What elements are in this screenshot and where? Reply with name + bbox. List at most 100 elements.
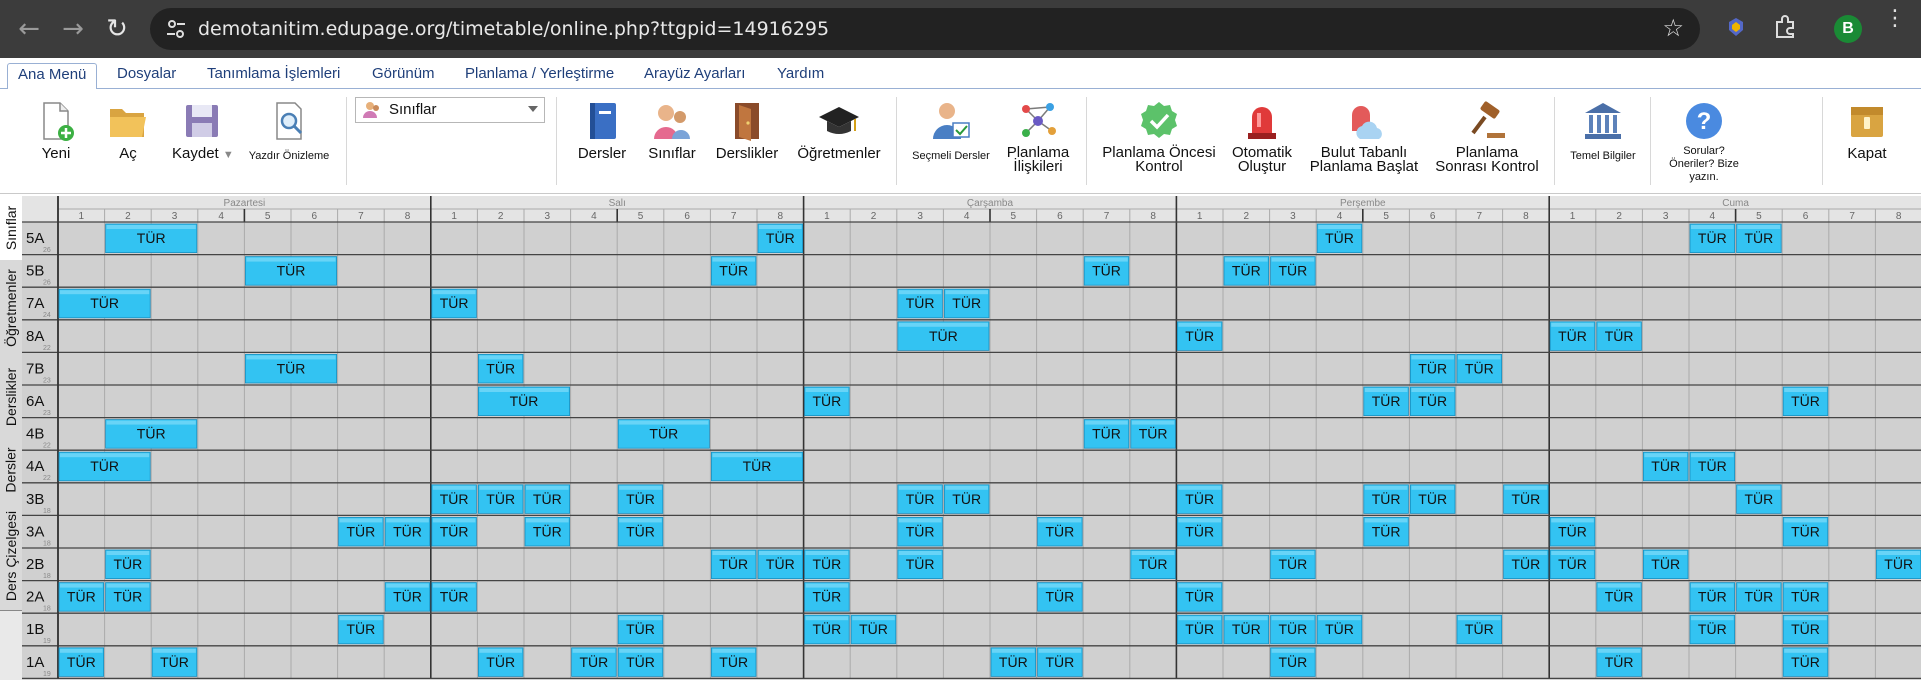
lesson-label: TÜR xyxy=(67,653,96,670)
teachers-button[interactable]: Öğretmenler xyxy=(792,89,886,193)
class-row-label[interactable]: 5A xyxy=(26,230,44,247)
lesson-label: TÜR xyxy=(114,588,143,605)
tab-planlama[interactable]: Planlama / Yerleştirme xyxy=(455,63,624,88)
lesson-label: TÜR xyxy=(160,653,189,670)
auto-generate-button[interactable]: Otomatik Oluştur xyxy=(1222,89,1302,193)
tab-ana-menu[interactable]: Ana Menü xyxy=(7,63,98,90)
lesson-label: TÜR xyxy=(1232,262,1261,279)
classes-button[interactable]: Sınıflar xyxy=(640,89,704,193)
class-row-label[interactable]: 3A xyxy=(26,523,44,540)
class-row-label[interactable]: 6A xyxy=(26,393,44,410)
lesson-label: TÜR xyxy=(1745,588,1774,605)
url-text[interactable]: demotanitim.edupage.org/timetable/online… xyxy=(198,18,829,40)
lesson-label: TÜR xyxy=(952,294,981,311)
side-tab-ogretmenler[interactable]: Öğretmenler xyxy=(0,260,22,357)
questions-button[interactable]: ? Sorular? Öneriler? Bize yazın. xyxy=(1660,89,1748,193)
lesson-card-highlight xyxy=(1691,453,1734,458)
class-row-label[interactable]: 1A xyxy=(26,654,44,671)
lesson-label: TÜR xyxy=(1558,555,1587,572)
address-bar[interactable]: demotanitim.edupage.org/timetable/online… xyxy=(150,8,1700,50)
side-tab-dersler[interactable]: Dersler xyxy=(0,438,22,503)
post-check-button[interactable]: Planlama Sonrası Kontrol xyxy=(1426,89,1548,193)
period-header: 5 xyxy=(638,211,644,222)
class-lesson-count: 18 xyxy=(43,606,51,613)
lesson-card-highlight xyxy=(60,648,103,653)
network-icon xyxy=(1022,103,1056,137)
class-row-label[interactable]: 7A xyxy=(26,295,44,312)
site-settings-icon[interactable] xyxy=(164,17,188,41)
side-tab-siniflar[interactable]: Sınıflar xyxy=(0,196,22,261)
period-header: 3 xyxy=(1663,211,1669,222)
class-row-label[interactable]: 2A xyxy=(26,589,44,606)
lesson-label: TÜR xyxy=(137,229,166,246)
class-row-label[interactable]: 7B xyxy=(26,360,44,377)
ribbon-separator xyxy=(1554,97,1555,185)
tab-arayuz-ayarlari[interactable]: Arayüz Ayarları xyxy=(634,63,755,88)
lesson-card-highlight xyxy=(1458,616,1501,621)
lesson-label: TÜR xyxy=(1372,522,1401,539)
side-tab-ders-cizelgesi[interactable]: Ders Çizelgesi xyxy=(0,502,22,611)
save-disk-icon xyxy=(186,105,218,137)
close-button[interactable]: Kapat xyxy=(1834,89,1900,193)
back-button[interactable]: ← xyxy=(8,8,50,50)
browser-menu-icon[interactable]: ⋮ xyxy=(1884,8,1906,30)
side-tab-derslikler[interactable]: Derslikler xyxy=(0,356,22,439)
class-row-label[interactable]: 5B xyxy=(26,263,44,280)
reload-button[interactable]: ↻ xyxy=(96,8,138,50)
lesson-card-highlight xyxy=(619,485,662,490)
lesson-card-highlight xyxy=(712,648,755,653)
lesson-card-highlight xyxy=(619,616,662,621)
timetable-grid[interactable]: Pazartesi 1 2 3 4 5 6 7 8 Salı 1 2 3 4 5 6 7 8 Çarşamba 1 2 3… xyxy=(22,196,1921,680)
tab-yardim[interactable]: Yardım xyxy=(767,63,834,88)
lesson-label: TÜR xyxy=(626,490,655,507)
view-select[interactable]: Sınıflar xyxy=(355,97,545,123)
lesson-label: TÜR xyxy=(1418,490,1447,507)
lesson-card-highlight xyxy=(1644,453,1687,458)
lesson-card-highlight xyxy=(432,485,476,490)
rooms-button[interactable]: Derslikler xyxy=(712,89,782,193)
lesson-card-highlight xyxy=(759,551,802,555)
period-header: 6 xyxy=(684,211,690,222)
lesson-card-highlight xyxy=(1737,225,1781,229)
tab-dosyalar[interactable]: Dosyalar xyxy=(107,63,186,88)
open-button[interactable]: Aç xyxy=(100,89,156,193)
elective-button[interactable]: Seçmeli Dersler xyxy=(906,89,996,193)
lesson-card-highlight xyxy=(1178,322,1221,327)
new-button[interactable]: Yeni xyxy=(28,89,84,193)
period-header: 2 xyxy=(498,211,504,222)
new-document-icon xyxy=(43,102,74,141)
class-lesson-count: 23 xyxy=(43,377,51,384)
folder-icon xyxy=(110,109,146,137)
day-header: Salı xyxy=(609,198,626,209)
lesson-card-highlight xyxy=(1784,648,1827,653)
bookmark-star-icon[interactable]: ☆ xyxy=(1662,14,1684,42)
subjects-button[interactable]: Dersler xyxy=(570,89,634,193)
class-row-label[interactable]: 4B xyxy=(26,426,44,443)
class-row-label[interactable]: 1B xyxy=(26,621,44,638)
lesson-card-highlight xyxy=(1644,551,1687,555)
basic-info-label: Temel Bilgiler xyxy=(1570,150,1636,162)
pre-check-button[interactable]: Planlama Öncesi Kontrol xyxy=(1096,89,1222,193)
extension-icon[interactable] xyxy=(1726,16,1746,38)
cloud-planning-button[interactable]: Bulut Tabanlı Planlama Başlat xyxy=(1302,89,1426,193)
lesson-card-highlight xyxy=(479,648,522,653)
class-row-label[interactable]: 8A xyxy=(26,328,44,345)
class-row-label[interactable]: 3B xyxy=(26,491,44,508)
save-button[interactable]: Kaydet ▼ xyxy=(168,89,240,193)
basic-info-button[interactable]: Temel Bilgiler xyxy=(1562,89,1644,193)
forward-button[interactable]: → xyxy=(52,8,94,50)
period-header: 2 xyxy=(1616,211,1622,222)
extensions-puzzle-icon[interactable] xyxy=(1772,14,1798,40)
class-row-label[interactable]: 2B xyxy=(26,556,44,573)
tab-tanimlama[interactable]: Tanımlama İşlemleri xyxy=(197,63,350,88)
relations-button[interactable]: Planlama İlişkileri xyxy=(1000,89,1076,193)
check-badge-icon xyxy=(1141,102,1177,138)
lesson-card-highlight xyxy=(1364,518,1408,523)
tab-gorunum[interactable]: Görünüm xyxy=(362,63,445,88)
profile-avatar[interactable]: B xyxy=(1834,15,1862,43)
save-dropdown-icon[interactable]: ▼ xyxy=(223,149,234,161)
ribbon-separator xyxy=(896,97,897,185)
class-row-label[interactable]: 4A xyxy=(26,458,44,475)
class-lesson-count: 22 xyxy=(43,443,51,450)
print-preview-button[interactable]: Yazdır Önizleme xyxy=(244,89,334,193)
